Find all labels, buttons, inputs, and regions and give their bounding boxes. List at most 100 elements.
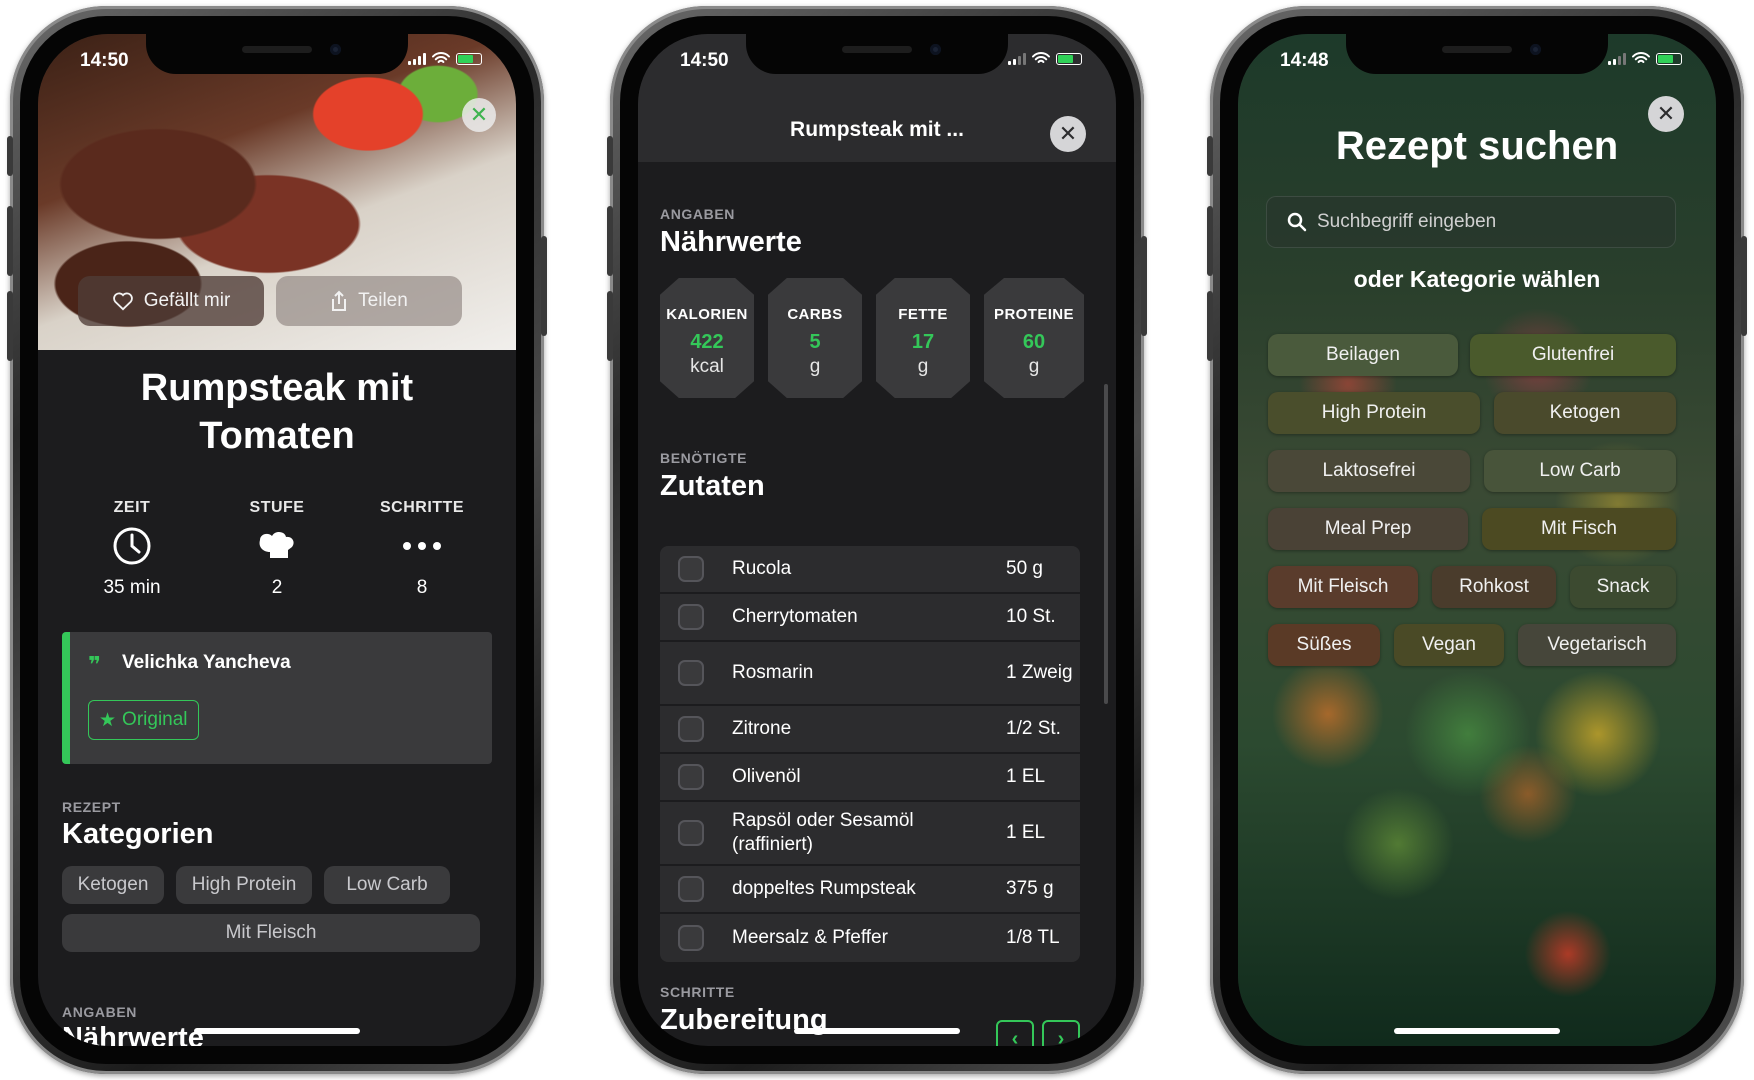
nutrition-unit: g [917, 356, 929, 377]
battery-icon [1056, 52, 1082, 65]
close-button[interactable]: ✕ [462, 98, 496, 132]
status-time: 14:48 [1280, 50, 1329, 71]
nutrition-kicker: ANGABEN [660, 206, 735, 222]
volume-up-button [7, 206, 13, 276]
screen: 14:48 ✕ Rezept suchen Suchbegriff eingeb… [1238, 34, 1716, 1046]
category-chip[interactable]: Mit Fleisch [62, 914, 480, 952]
category-tag[interactable]: Laktosefrei [1268, 450, 1470, 492]
category-tag[interactable]: Mit Fleisch [1268, 566, 1418, 608]
category-tag[interactable]: Rohkost [1432, 566, 1556, 608]
nutrition-title: Nährwerte [62, 1022, 204, 1046]
mute-switch [1207, 136, 1213, 176]
scroll-indicator[interactable] [1104, 384, 1108, 704]
like-button[interactable]: Gefällt mir [78, 276, 264, 326]
category-tag[interactable]: Glutenfrei [1470, 334, 1676, 376]
search-input[interactable]: Suchbegriff eingeben [1266, 196, 1676, 248]
ingredient-row[interactable]: doppeltes Rumpsteak 375 g [660, 866, 1080, 914]
stat-difficulty: STUFE 2 [207, 499, 347, 599]
screen: Rumpsteak mit ... ✕ 14:50 ANGABEN Nährwe… [638, 34, 1116, 1046]
nutrition-kicker: ANGABEN [62, 1004, 137, 1020]
ingredient-row[interactable]: Cherrytomaten 10 St. [660, 594, 1080, 642]
category-tag[interactable]: Mit Fisch [1482, 508, 1676, 550]
ingredient-row[interactable]: Olivenöl 1 EL [660, 754, 1080, 802]
nutrition-carbs: CARBS 5 g [768, 278, 862, 398]
ingredient-row[interactable]: Rosmarin 1 Zweig [660, 642, 1080, 706]
power-button [1741, 236, 1747, 336]
nutrition-label: CARBS [787, 306, 843, 323]
battery-icon [1656, 52, 1682, 65]
more-dots-icon [403, 542, 441, 550]
quote-icon: ❞ [88, 652, 101, 677]
category-tag[interactable]: Beilagen [1268, 334, 1458, 376]
ingredient-name: Rucola [732, 558, 792, 579]
ingredient-checkbox[interactable] [678, 660, 704, 686]
original-badge[interactable]: ★ Original [88, 700, 199, 740]
category-tag[interactable]: Low Carb [1484, 450, 1676, 492]
ingredient-checkbox[interactable] [678, 716, 704, 742]
ingredient-name: Olivenöl [732, 766, 801, 787]
ingredient-name: Rapsöl oder Sesamöl (raffiniert) [732, 810, 914, 855]
category-tag[interactable]: Snack [1570, 566, 1676, 608]
search-placeholder: Suchbegriff eingeben [1317, 211, 1497, 232]
ingredient-row[interactable]: Meersalz & Pfeffer 1/8 TL [660, 914, 1080, 962]
status-time: 14:50 [680, 50, 729, 71]
ingredient-quantity: 1/8 TL [1006, 927, 1060, 948]
stat-value: 2 [271, 577, 283, 598]
home-indicator[interactable] [794, 1028, 960, 1034]
category-tag[interactable]: High Protein [1268, 392, 1480, 434]
ingredient-name: Zitrone [732, 718, 792, 739]
ingredient-row[interactable]: Rucola 50 g [660, 546, 1080, 594]
category-chip[interactable]: High Protein [176, 866, 312, 904]
ingredient-checkbox[interactable] [678, 820, 704, 846]
wifi-icon [432, 52, 450, 63]
stat-label: SCHRITTE [380, 499, 464, 516]
category-tag[interactable]: Ketogen [1494, 392, 1676, 434]
phone-recipe-ingredients: Rumpsteak mit ... ✕ 14:50 ANGABEN Nährwe… [607, 6, 1147, 1074]
ingredient-quantity: 375 g [1006, 878, 1054, 899]
category-tag[interactable]: Meal Prep [1268, 508, 1468, 550]
notch [746, 34, 1008, 74]
mute-switch [607, 136, 613, 176]
ingredient-list: Rucola 50 g Cherrytomaten 10 St. Rosmarin 1… [660, 546, 1080, 962]
ingredient-quantity: 1 Zweig [1006, 662, 1073, 683]
stat-steps: SCHRITTE 8 [352, 499, 492, 599]
ingredient-checkbox[interactable] [678, 876, 704, 902]
ingredients-title: Zutaten [660, 470, 765, 502]
ingredient-row[interactable]: Zitrone 1/2 St. [660, 706, 1080, 754]
ingredient-quantity: 50 g [1006, 558, 1043, 579]
ingredient-row[interactable]: Rapsöl oder Sesamöl (raffiniert) 1 EL [660, 802, 1080, 866]
category-tag[interactable]: Süßes [1268, 624, 1380, 666]
nutrition-label: PROTEINE [994, 306, 1074, 323]
share-button[interactable]: Teilen [276, 276, 462, 326]
ingredient-name: doppeltes Rumpsteak [732, 878, 916, 899]
status-time: 14:50 [80, 50, 129, 71]
categories-title: Kategorien [62, 818, 214, 850]
chevron-right-icon: › [1057, 1028, 1065, 1046]
previous-step-button[interactable]: ‹ [996, 1020, 1034, 1046]
share-icon [332, 290, 347, 311]
nutrition-value: 422 [690, 331, 724, 353]
clock-icon [113, 527, 151, 565]
ingredient-checkbox[interactable] [678, 925, 704, 951]
ingredient-checkbox[interactable] [678, 556, 704, 582]
recipe-title: Rumpsteak mit Tomaten [140, 367, 414, 457]
close-button[interactable]: ✕ [1050, 116, 1086, 152]
recipe-stats: ZEIT 35 min STUFE 2 SCHRITTE 8 [62, 499, 492, 599]
notch [146, 34, 408, 74]
share-label: Teilen [358, 290, 408, 311]
nutrition-unit: g [809, 356, 821, 377]
categories-kicker: REZEPT [62, 799, 121, 815]
category-chip[interactable]: Low Carb [324, 866, 450, 904]
category-tag[interactable]: Vegan [1394, 624, 1504, 666]
nutrition-protein: PROTEINE 60 g [984, 278, 1084, 398]
category-chip[interactable]: Ketogen [62, 866, 164, 904]
home-indicator[interactable] [194, 1028, 360, 1034]
original-label: Original [122, 709, 188, 730]
home-indicator[interactable] [1394, 1028, 1560, 1034]
next-step-button[interactable]: › [1042, 1020, 1080, 1046]
ingredient-checkbox[interactable] [678, 604, 704, 630]
category-tag[interactable]: Vegetarisch [1518, 624, 1676, 666]
ingredient-name: Meersalz & Pfeffer [732, 927, 888, 948]
nutrition-title: Nährwerte [660, 226, 802, 258]
ingredient-checkbox[interactable] [678, 764, 704, 790]
